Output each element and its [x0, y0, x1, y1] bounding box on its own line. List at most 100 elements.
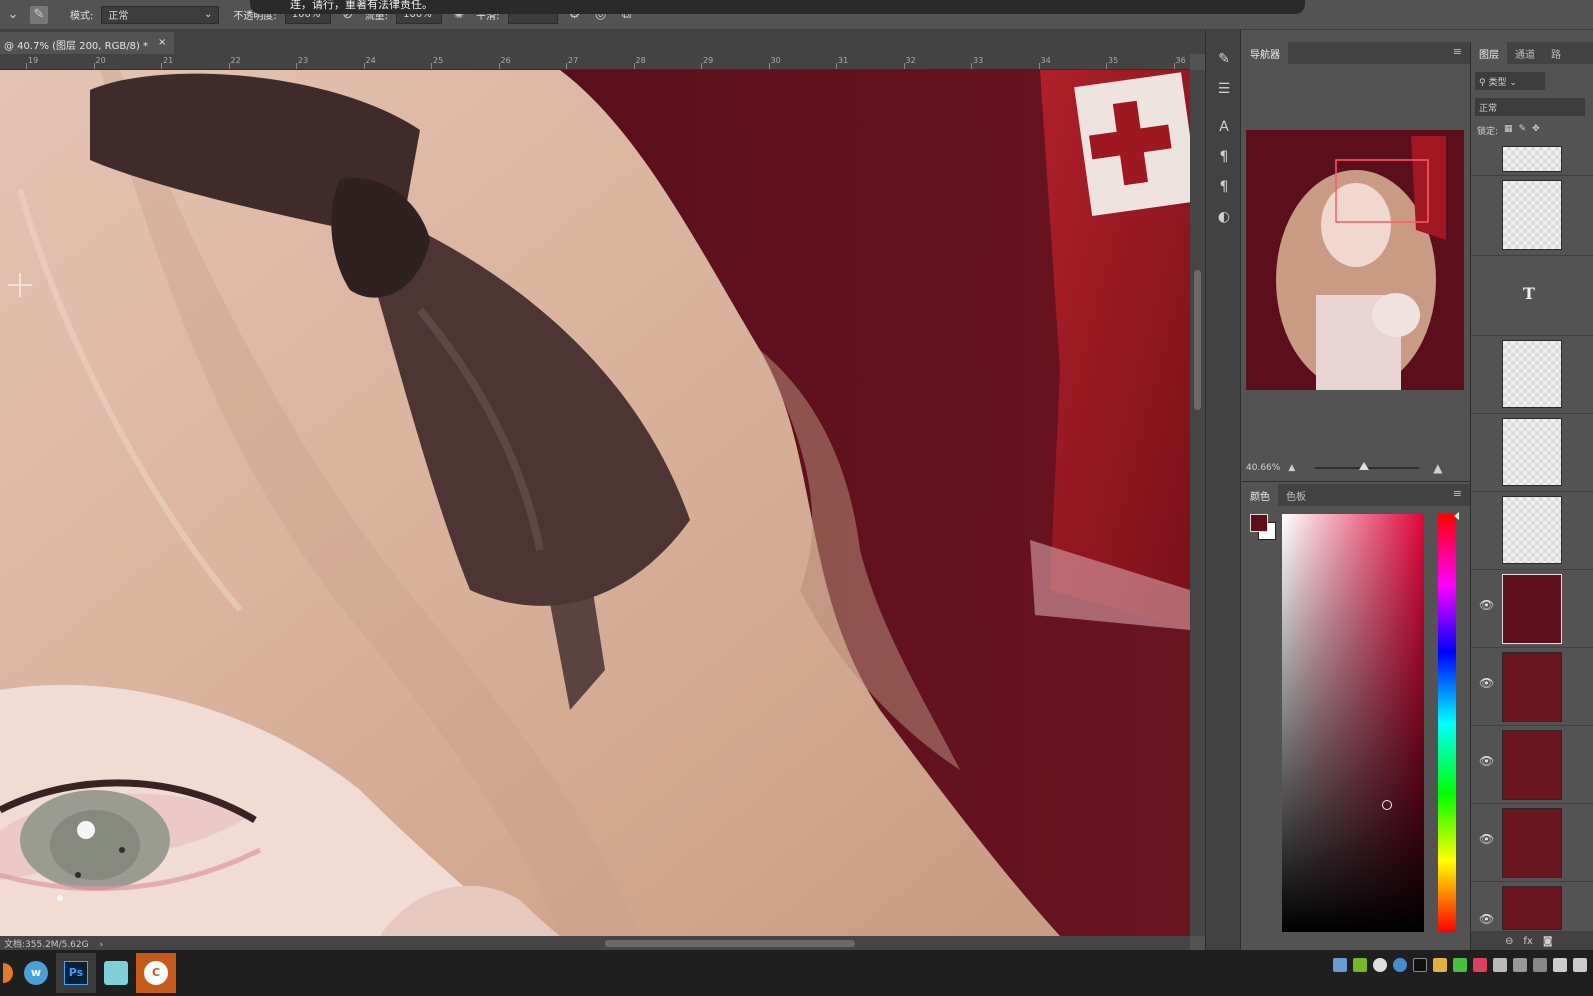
- character-icon[interactable]: A: [1206, 112, 1242, 142]
- layer-row-text[interactable]: T: [1471, 256, 1593, 336]
- volume-icon[interactable]: [1573, 958, 1587, 972]
- tab-layers[interactable]: 图层: [1471, 42, 1507, 64]
- layer-row[interactable]: [1471, 492, 1593, 570]
- photoshop-icon: Ps: [64, 961, 88, 985]
- layer-row[interactable]: [1471, 414, 1593, 492]
- layer-row[interactable]: [1471, 142, 1593, 176]
- tab-swatches[interactable]: 色板: [1278, 484, 1314, 506]
- eye-icon[interactable]: 👁: [1479, 754, 1494, 768]
- color-picker-ring[interactable]: [1382, 800, 1392, 810]
- hue-slider-marker[interactable]: [1454, 512, 1459, 520]
- layer-filter-select[interactable]: ⚲ 类型 ⌄: [1475, 72, 1545, 90]
- layer-row[interactable]: 👁: [1471, 726, 1593, 804]
- panel-menu-icon[interactable]: ≡: [1445, 484, 1470, 506]
- eye-icon[interactable]: 👁: [1479, 832, 1494, 846]
- ruler-tick-mark: [566, 63, 567, 69]
- blend-mode-select[interactable]: 正常: [1475, 98, 1585, 116]
- paragraph-icon[interactable]: ¶: [1206, 142, 1242, 172]
- ruler-tick-label: 33: [973, 56, 984, 65]
- adjustments-icon[interactable]: ☰: [1206, 74, 1242, 104]
- zoom-slider-knob[interactable]: [1359, 462, 1370, 470]
- layer-row[interactable]: [1471, 336, 1593, 414]
- panel-menu-icon[interactable]: ≡: [1445, 42, 1470, 64]
- ruler-tick-mark: [1106, 63, 1107, 69]
- taskbar-app-anime[interactable]: [96, 953, 136, 993]
- tray-icon[interactable]: [1493, 958, 1507, 972]
- tab-color[interactable]: 颜色: [1242, 484, 1278, 506]
- fx-icon[interactable]: fx: [1523, 936, 1532, 947]
- mode-label: 模式:: [70, 11, 94, 22]
- tray-icon[interactable]: [1553, 958, 1567, 972]
- blend-mode-value: 正常: [1479, 104, 1498, 114]
- layer-row[interactable]: 👁: [1471, 648, 1593, 726]
- tray-icon[interactable]: [1333, 958, 1347, 972]
- ruler-tick-mark: [836, 63, 837, 69]
- zoom-out-icon[interactable]: ▲: [1288, 463, 1295, 473]
- horizontal-scrollbar[interactable]: [140, 936, 1190, 950]
- document-tab[interactable]: @ 40.7% (图层 200, RGB/8) * ×: [0, 32, 175, 54]
- tab-navigator[interactable]: 导航器: [1242, 42, 1288, 64]
- tab-channels[interactable]: 通道: [1507, 42, 1543, 64]
- taskbar-app-w[interactable]: w: [16, 953, 56, 993]
- saturation-brightness-field[interactable]: [1282, 514, 1424, 932]
- taskbar-app-photoshop[interactable]: Ps: [56, 953, 96, 993]
- canvas-area[interactable]: [0, 70, 1190, 936]
- tray-icon[interactable]: [1513, 958, 1527, 972]
- tray-icon[interactable]: [1393, 958, 1407, 972]
- brush-tool-icon[interactable]: ✎: [30, 5, 48, 24]
- link-layers-icon[interactable]: ⊖: [1505, 936, 1513, 947]
- tray-icon[interactable]: [1473, 958, 1487, 972]
- vertical-scrollbar[interactable]: [1190, 70, 1205, 936]
- horizontal-scroll-thumb[interactable]: [605, 940, 855, 947]
- ruler-tick-mark: [1038, 63, 1040, 69]
- ruler-tick-label: 24: [365, 56, 376, 65]
- vertical-scroll-thumb[interactable]: [1194, 270, 1201, 410]
- tray-icon[interactable]: [1433, 958, 1447, 972]
- mask-icon[interactable]: ◙: [1543, 936, 1553, 947]
- status-menu-arrow[interactable]: ›: [99, 940, 103, 950]
- color-circle-icon[interactable]: ◐: [1206, 202, 1242, 232]
- layers-panel: 图层 通道 路 ⚲ 类型 ⌄ 正常 锁定: ▦ ✎ ✥ T 👁 👁 👁 👁 👁 …: [1470, 42, 1593, 950]
- close-icon[interactable]: ×: [158, 37, 166, 54]
- paragraph-styles-icon[interactable]: ¶: [1206, 172, 1242, 202]
- ruler-tick-label: 30: [770, 56, 781, 65]
- tab-paths[interactable]: 路: [1543, 42, 1569, 64]
- taskbar-app-c[interactable]: C: [136, 953, 176, 993]
- ruler-tick-label: 36: [1175, 56, 1186, 65]
- lock-brush-icon[interactable]: ✎: [1519, 124, 1527, 137]
- lock-move-icon[interactable]: ✥: [1532, 124, 1540, 137]
- tray-icon[interactable]: [1453, 958, 1467, 972]
- taskbar-app-partial[interactable]: [0, 953, 16, 993]
- navigator-preview[interactable]: [1246, 130, 1464, 390]
- ruler-tick-mark: [363, 63, 365, 69]
- fg-bg-swatches[interactable]: [1250, 514, 1280, 544]
- app-w-icon: w: [24, 961, 48, 985]
- layer-row[interactable]: 👁: [1471, 804, 1593, 882]
- hue-slider[interactable]: [1438, 512, 1459, 932]
- zoom-slider[interactable]: [1315, 462, 1420, 470]
- layer-row-selected[interactable]: 👁: [1471, 570, 1593, 648]
- lock-label: 锁定:: [1477, 127, 1499, 137]
- lock-transparent-icon[interactable]: ▦: [1504, 124, 1513, 137]
- brush-settings-icon[interactable]: ✎: [1206, 44, 1242, 74]
- eye-icon[interactable]: 👁: [1479, 912, 1494, 926]
- tray-icon[interactable]: [1373, 958, 1387, 972]
- layer-row[interactable]: [1471, 176, 1593, 256]
- navigator-zoom-value[interactable]: 40.66%: [1246, 463, 1280, 473]
- tray-icon[interactable]: [1353, 958, 1367, 972]
- ruler-tick-label: 31: [838, 56, 849, 65]
- panel-icon-strip: ✎ ☰ A ¶ ¶ ◐: [1205, 30, 1241, 950]
- layer-thumbnail: [1502, 418, 1562, 486]
- tray-icon[interactable]: [1413, 958, 1427, 972]
- ruler-tick-mark: [431, 63, 432, 69]
- eye-icon[interactable]: 👁: [1479, 598, 1494, 612]
- tray-icon[interactable]: [1533, 958, 1547, 972]
- foreground-color-swatch[interactable]: [1250, 514, 1268, 532]
- navigator-tab-row: 导航器 ≡: [1242, 42, 1470, 64]
- chevron-down-icon[interactable]: ⌄: [4, 6, 22, 24]
- eye-icon[interactable]: 👁: [1479, 676, 1494, 690]
- layer-thumbnail: [1502, 340, 1562, 408]
- zoom-in-icon[interactable]: ▲: [1433, 461, 1442, 475]
- layer-row[interactable]: 👁: [1471, 882, 1593, 932]
- mode-select[interactable]: 正常 ⌄: [101, 5, 220, 24]
